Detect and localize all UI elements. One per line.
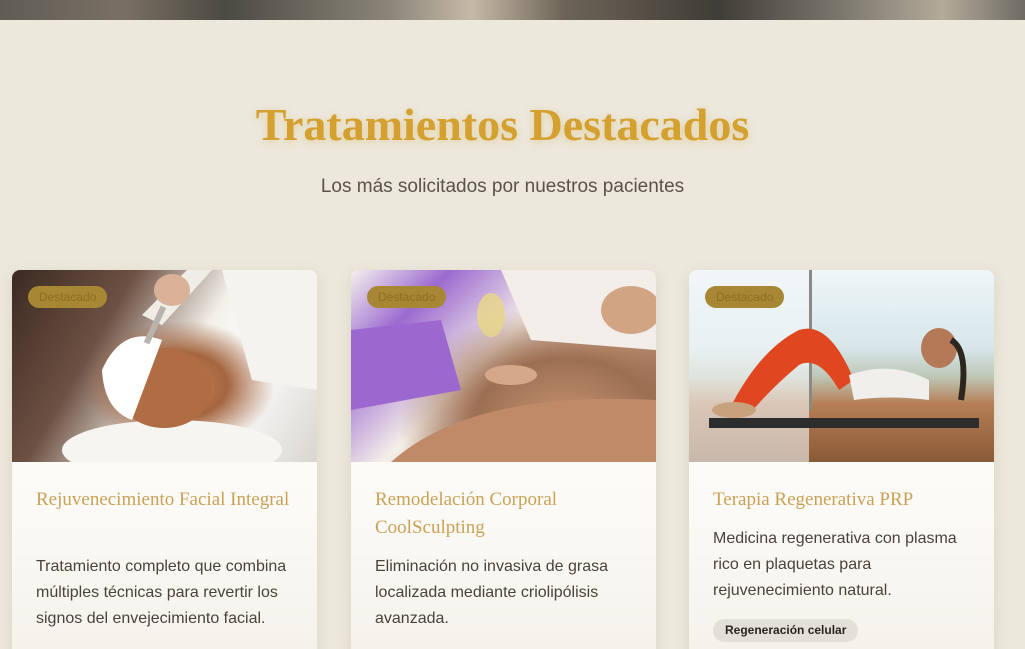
tag-regeneration: Regeneración celular (713, 619, 859, 642)
section-title: Tratamientos Destacados (255, 99, 750, 150)
treatment-image-prp: Destacado (689, 270, 994, 462)
card-title[interactable]: Rejuvenecimiento Facial Integral (36, 486, 296, 514)
featured-badge: Destacado (28, 286, 108, 308)
treatment-card-body[interactable]: Destacado Remodelación Corporal CoolScul… (351, 270, 656, 649)
card-title[interactable]: Remodelación Corporal CoolSculpting (375, 486, 635, 542)
card-title[interactable]: Terapia Regenerativa PRP (713, 486, 973, 514)
hero-image-strip (0, 0, 1025, 20)
featured-badge: Destacado (705, 286, 785, 308)
treatment-card-facial[interactable]: Destacado Rejuvenecimiento Facial Integr… (12, 270, 317, 649)
treatment-image-body: Destacado (351, 270, 656, 462)
card-description: Tratamiento completo que combina múltipl… (36, 558, 287, 627)
section-subtitle: Los más solicitados por nuestros pacient… (320, 176, 685, 197)
featured-badge: Destacado (367, 286, 447, 308)
tag-list: Regeneración celular (713, 619, 859, 642)
treatment-card-prp[interactable]: Destacado Terapia Regenerativa PRP Medic… (689, 270, 994, 649)
treatment-image-facial: Destacado (12, 270, 317, 462)
card-description: Medicina regenerativa con plasma rico en… (713, 530, 957, 599)
card-description: Eliminación no invasiva de grasa localiz… (375, 558, 609, 627)
